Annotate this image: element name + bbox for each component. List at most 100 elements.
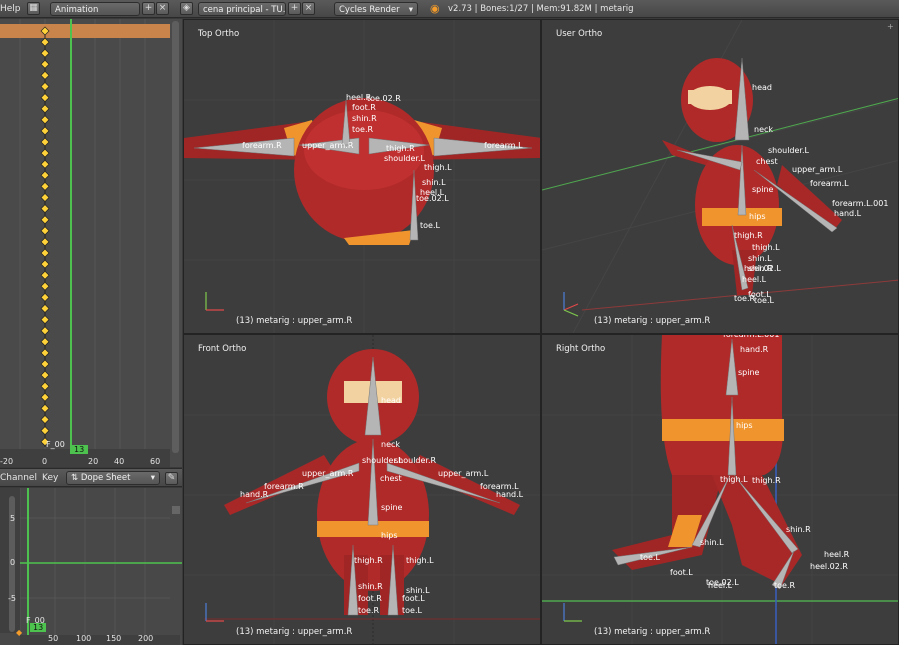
bone-label: foot.L (402, 594, 425, 603)
user-ortho-canvas[interactable]: head neck shoulder.L chest upper_arm.Lspine f… (542, 20, 899, 334)
dopesheet-canvas[interactable] (0, 19, 182, 467)
viewport-title: Right Ortho (556, 344, 606, 354)
mode-icon: ⇅ (71, 473, 81, 483)
key-menu[interactable]: Key (42, 473, 58, 483)
bone-label: hand.L (496, 490, 524, 499)
graph-plus-handle (172, 506, 180, 514)
bone-label: upper_arm.R (302, 469, 354, 478)
bone-label: forearm.L (810, 179, 849, 188)
delete-scene-icon[interactable]: × (302, 2, 315, 15)
bone-label: shoulder.L (768, 146, 810, 155)
viewport-top-ortho[interactable]: heel.R foot.R toe.02.R shin.R toe.R upper_arm… (183, 19, 541, 334)
ruler-tick: 40 (114, 457, 125, 466)
bone-label: heel.02.L (744, 264, 781, 273)
add-scene-icon[interactable]: + (288, 2, 301, 15)
bone-label: heel.R (824, 550, 850, 559)
viewport-title: User Ortho (556, 29, 603, 39)
bone-label: toe.L (420, 221, 440, 230)
bone-label: thigh.R (386, 144, 415, 153)
bone-label: thigh.L (406, 556, 434, 565)
graph-editor[interactable]: 5 0 -5 F_00 13 50 100 150 200 ◆ (0, 488, 182, 645)
bone-label: shin.R (352, 114, 377, 123)
bone-label: upper_arm.L (438, 469, 489, 478)
bone-label: thigh.L (424, 163, 452, 172)
x-tick: 100 (76, 634, 92, 643)
bone-label: chest (380, 474, 402, 483)
bone-label: spine (738, 368, 760, 377)
y-tick: 5 (10, 514, 16, 523)
bone-label: forearm.L (484, 141, 523, 150)
graph-header: Channel Key ⇅ Dope Sheet ▾ ✎ (0, 468, 182, 487)
viewport-user-ortho[interactable]: head neck shoulder.L chest upper_arm.L spine f… (541, 19, 899, 334)
current-frame-badge[interactable]: 13 (70, 445, 89, 454)
bone-label: hips (749, 212, 766, 221)
bone-label: thigh.L (720, 475, 748, 484)
right-character-mesh (612, 335, 802, 585)
y-tick: -5 (8, 594, 16, 603)
bone-label: foot.R (358, 594, 382, 603)
bone-label: thigh.R (734, 231, 763, 240)
top-axis-gizmo (205, 292, 224, 311)
viewport-status: (13) metarig : upper_arm.R (594, 316, 711, 326)
selected-channel-row (0, 24, 170, 38)
viewport-title: Top Ortho (198, 29, 240, 39)
bone-label: heel.L (742, 275, 767, 284)
stats-text: v2.73 | Bones:1/27 | Mem:91.82M | metari… (448, 4, 634, 14)
bone-label: spine (381, 503, 403, 512)
user-axis-gizmo (563, 292, 579, 317)
bone-label: shin.R (358, 582, 383, 591)
front-ortho-canvas[interactable]: headneckshoulder.Lshoulder.Rupper_arm.R u… (184, 335, 541, 645)
bone-label: forearm.R (242, 141, 282, 150)
layout-select[interactable]: Animation (50, 2, 140, 16)
plus-icon[interactable]: + (887, 23, 895, 31)
bone-label: spine (752, 185, 774, 194)
ruler-tick: 0 (42, 457, 48, 466)
bone-label: hips (736, 421, 753, 430)
screen-layout-icon[interactable]: ▦ (27, 2, 40, 15)
delete-layout-icon[interactable]: × (156, 2, 169, 15)
bone-label: toe.R (358, 606, 379, 615)
viewport-status: (13) metarig : upper_arm.R (236, 627, 353, 637)
bone-label: head (752, 83, 772, 92)
bone-label: thigh.R (752, 476, 781, 485)
bone-label: head (381, 396, 401, 405)
bone-label: foot.R (352, 103, 376, 112)
bone-label: shin.L (422, 178, 446, 187)
channel-menu[interactable]: Channel (0, 473, 37, 483)
dopesheet-scrollbar (172, 21, 179, 453)
mode-select[interactable]: ⇅ Dope Sheet ▾ (66, 471, 160, 485)
mode-select-label: Dope Sheet (80, 473, 131, 483)
bone-label: hips (381, 531, 398, 540)
dopesheet-editor[interactable]: F_00 13 -20 0 20 40 60 (0, 19, 182, 467)
bone-label: shoulder.L (384, 154, 426, 163)
scene-icon[interactable]: ◈ (180, 2, 193, 15)
render-engine-select[interactable]: Cycles Render ▾ (334, 2, 418, 16)
viewport-status: (13) metarig : upper_arm.R (594, 627, 711, 637)
viewport-front-ortho[interactable]: head neck shoulder.L shoulder.R upper_arm.R u… (183, 334, 541, 645)
ruler-tick: 60 (150, 457, 161, 466)
bone-label: hand.L (834, 209, 862, 218)
viewport-status: (13) metarig : upper_arm.R (236, 316, 353, 326)
scene-select[interactable]: cena principal - TU... (198, 2, 286, 16)
bone-label: toe.R (774, 581, 795, 590)
bone-label: hand.R (740, 345, 769, 354)
graph-frame-badge[interactable]: 13 (30, 623, 47, 632)
bone-label: upper_arm.R (302, 141, 354, 150)
current-frame-label: F_00 (46, 440, 65, 449)
render-engine-label: Cycles Render (339, 5, 400, 15)
front-axis-gizmo (205, 603, 224, 622)
bone-label: upper_arm.L (792, 165, 843, 174)
viewport-right-ortho[interactable]: forearm.L.001 hand.R spine hips thigh.L thigh… (541, 334, 899, 645)
top-ortho-canvas[interactable]: heel.Rfoot.Rtoe.02.Rshin.Rtoe.Rupper_arm… (184, 20, 541, 334)
right-ortho-canvas[interactable]: forearm.L.001 hand.R spine hips thigh.L thigh… (542, 335, 899, 645)
help-menu[interactable]: Help (0, 2, 21, 16)
x-tick: 50 (48, 634, 59, 643)
bone-label: toe.02.R (367, 94, 401, 103)
bone-label: thigh.R (354, 556, 383, 565)
add-layout-icon[interactable]: + (142, 2, 155, 15)
pin-icon[interactable]: ✎ (165, 472, 178, 485)
bone-label: thigh.L (752, 243, 780, 252)
chevron-down-icon: ▾ (150, 473, 155, 483)
bone-label: shin.R (786, 525, 811, 534)
bone-label: forearm.L.001 (723, 335, 779, 339)
